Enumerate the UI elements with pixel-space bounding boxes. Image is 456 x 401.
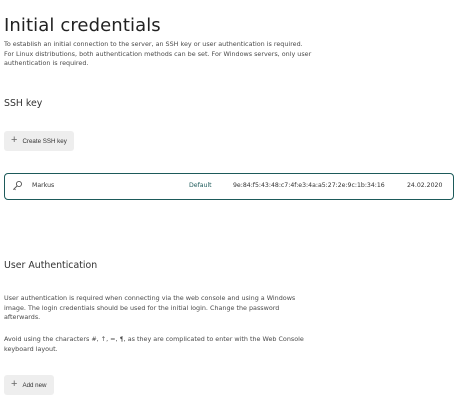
- page-title: Initial credentials: [4, 15, 161, 37]
- auth-characters-note: Avoid using the characters #, ↑, =, ¶, a…: [4, 335, 304, 354]
- ssh-key-heading: SSH key: [4, 98, 43, 109]
- ssh-key-name: Markus: [32, 182, 55, 189]
- intro-line: authentication is required.: [4, 59, 89, 68]
- intro-line: For Linux distributions, both authentica…: [4, 49, 312, 58]
- ssh-key-fingerprint: 9e:84:f5:43:48:c7:4f:e3:4a:a5:27:2e:9c:1…: [233, 182, 385, 189]
- ssh-key-row[interactable]: Markus Default 9e:84:f5:43:48:c7:4f:e3:4…: [4, 173, 454, 200]
- add-new-label: Add new: [22, 381, 47, 389]
- auth-line: Avoid using the characters #, ↑, =, ¶, a…: [4, 335, 304, 343]
- auth-line: User authentication is required when con…: [4, 294, 296, 302]
- plus-icon: +: [11, 134, 18, 146]
- create-ssh-key-label: Create SSH key: [22, 137, 67, 145]
- user-auth-heading: User Authentication: [4, 260, 98, 271]
- ssh-key-date: 24.02.2020: [407, 182, 443, 189]
- auth-line: afterwards.: [4, 313, 41, 322]
- create-ssh-key-button[interactable]: + Create SSH key: [4, 131, 74, 151]
- key-icon: [12, 180, 23, 193]
- plus-icon: +: [11, 378, 18, 390]
- intro-line: To establish an initial connection to th…: [4, 40, 303, 48]
- auth-line: image. The login credentials should be u…: [4, 303, 280, 312]
- auth-description: User authentication is required when con…: [4, 294, 295, 323]
- auth-line: keyboard layout.: [4, 344, 58, 353]
- default-badge: Default: [189, 182, 212, 189]
- intro-text: To establish an initial connection to th…: [4, 40, 311, 69]
- add-new-button[interactable]: + Add new: [4, 375, 54, 395]
